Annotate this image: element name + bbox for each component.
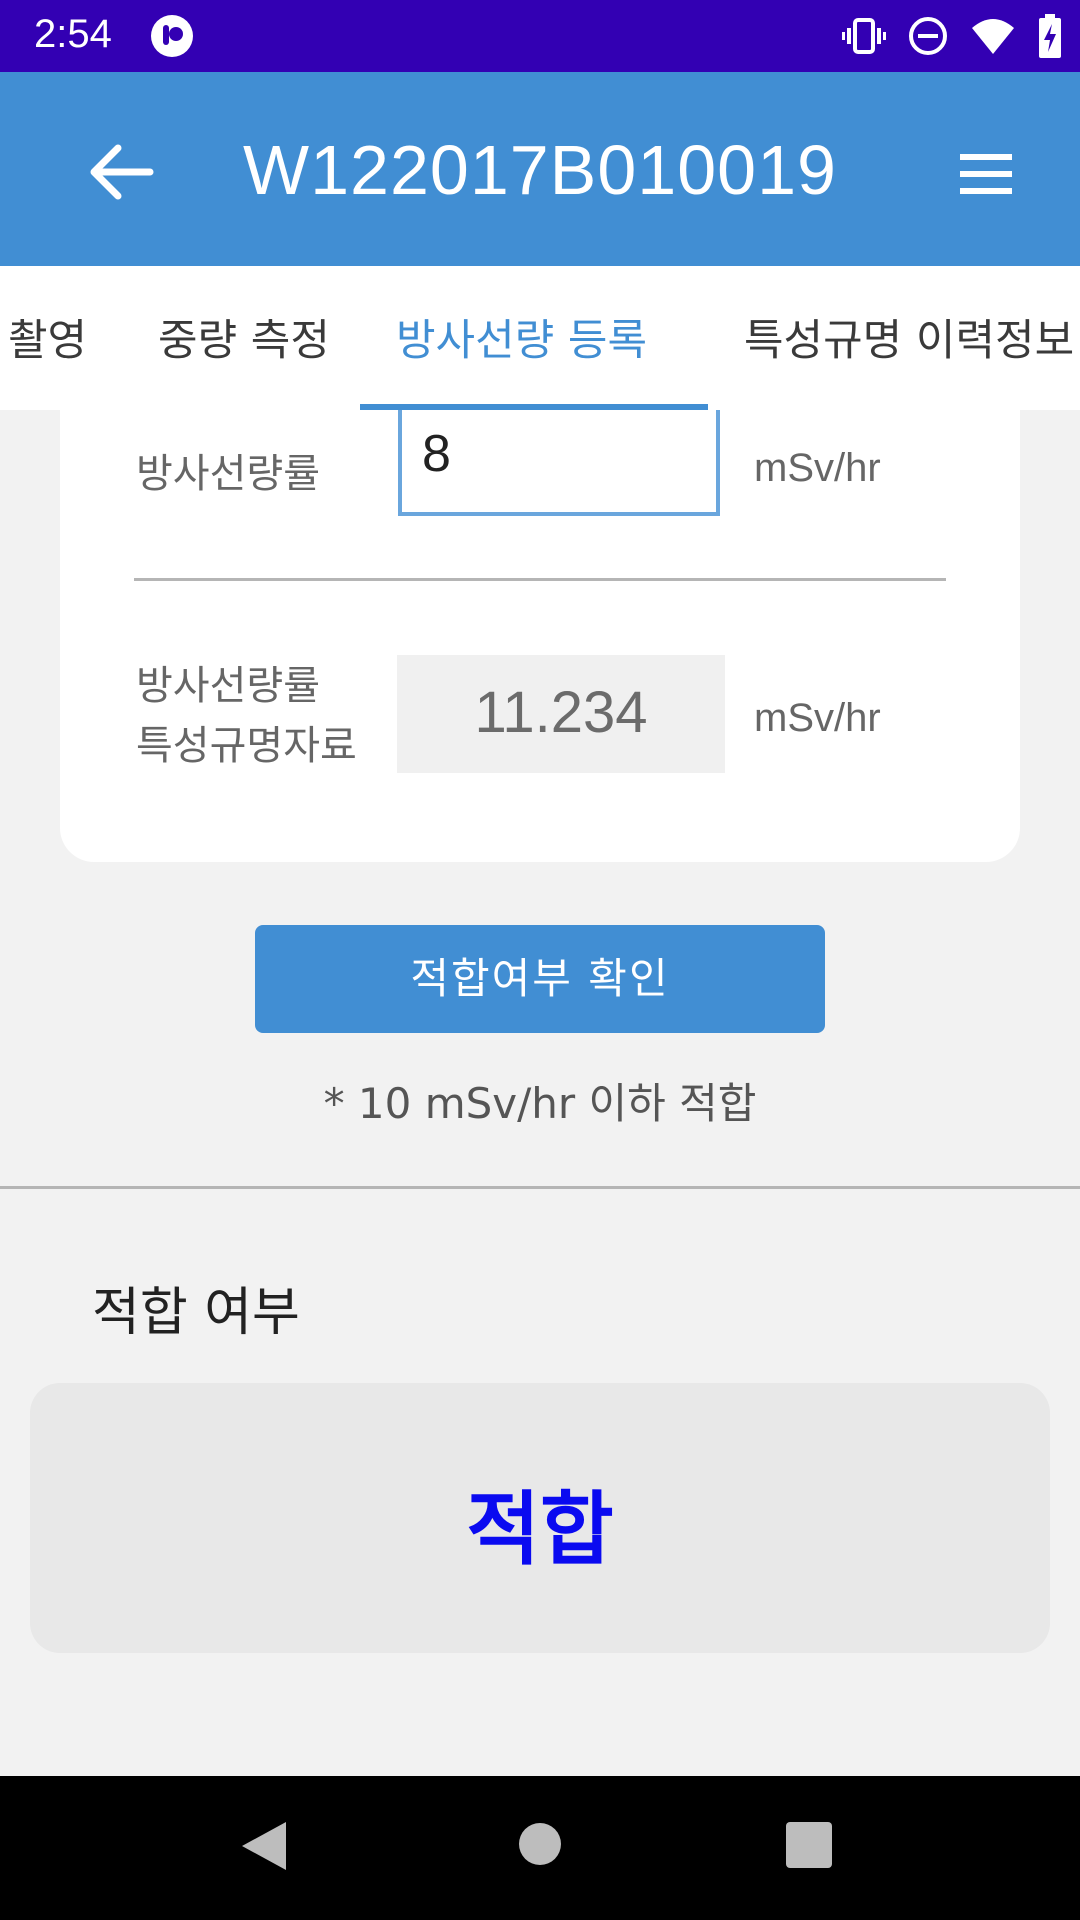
do-not-disturb-icon (909, 17, 947, 55)
tab-weight[interactable]: 중량 측정 (158, 306, 330, 368)
navigation-bar (0, 1776, 1080, 1920)
wifi-icon: 4 (972, 19, 1014, 54)
dose-rate-input[interactable]: 8 (398, 410, 720, 516)
tab-bar: 촬영 중량 측정 방사선량 등록 특성규명 이력정보 (0, 266, 1080, 410)
characterization-label-line2: 특성규명자료 (136, 723, 357, 769)
characterization-value: 11.234 (474, 680, 648, 745)
characterization-value-field: 11.234 (397, 655, 725, 773)
dose-form-card: 방사선량률 8 mSv/hr 방사선량률 특성규명자료 11.234 mSv/h… (60, 410, 1020, 862)
characterization-label-line1: 방사선량률 (136, 663, 320, 709)
dose-rate-label: 방사선량률 (136, 451, 320, 497)
tab-photo[interactable]: 촬영 (8, 306, 87, 368)
result-box: 적합 (30, 1383, 1050, 1653)
result-value: 적합 (466, 1483, 614, 1576)
status-bar: 2:54 4 (0, 0, 1080, 72)
vibrate-icon (842, 18, 886, 54)
battery-charging-icon (1039, 14, 1061, 58)
nav-back-icon[interactable] (240, 1820, 288, 1872)
dose-rate-input-value: 8 (422, 425, 451, 483)
status-time: 2:54 (34, 12, 112, 56)
svg-text:4: 4 (1000, 38, 1009, 54)
tab-characterization-history[interactable]: 특성규명 이력정보 (744, 306, 1074, 368)
criteria-note: * 10 mSv/hr 이하 적합 (323, 1079, 757, 1128)
app-notification-icon (151, 15, 193, 57)
nav-recents-icon[interactable] (786, 1822, 832, 1868)
divider (134, 578, 946, 581)
tab-dose-registration[interactable]: 방사선량 등록 (396, 306, 647, 368)
characterization-unit: mSv/hr (754, 696, 881, 740)
status-icons: 4 (842, 14, 1062, 58)
section-divider (0, 1186, 1080, 1189)
page-title: W122017B010019 (243, 131, 837, 209)
app-bar: W122017B010019 (0, 72, 1080, 266)
check-suitability-button[interactable]: 적합여부 확인 (255, 925, 825, 1033)
nav-home-icon[interactable] (518, 1822, 562, 1866)
result-title: 적합 여부 (92, 1283, 300, 1343)
hamburger-menu-icon[interactable] (956, 142, 1020, 206)
characterization-label: 방사선량률 특성규명자료 (136, 656, 357, 776)
dose-rate-unit: mSv/hr (754, 446, 881, 490)
